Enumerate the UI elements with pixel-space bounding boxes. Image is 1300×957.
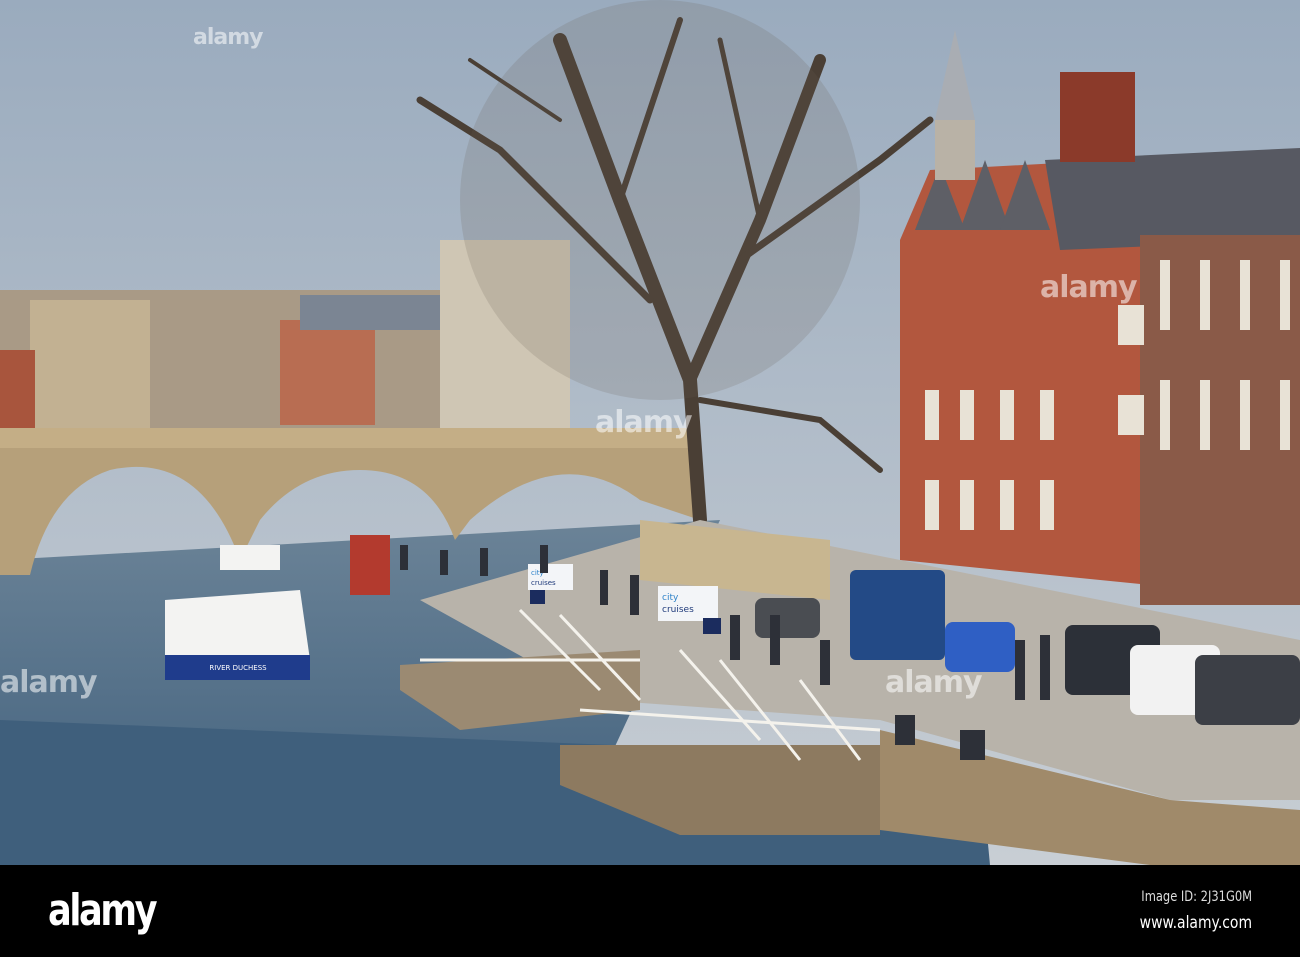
watermark: alamy [0, 665, 98, 700]
sign-name: cruises [662, 605, 694, 615]
sign-brand: city [662, 593, 679, 603]
sign-name: cruises [531, 579, 556, 587]
watermark: alamy [595, 405, 693, 440]
image-id: Image ID: 2J31G0M [1141, 889, 1252, 905]
site-url: www.alamy.com [1139, 913, 1252, 933]
watermark: alamy [193, 25, 263, 50]
alamy-logo: alamy [48, 885, 158, 936]
stock-photo: RIVER DUCHESS city cruises city cruises [0, 0, 1300, 957]
watermark: alamy [1040, 270, 1138, 305]
boat-name: RIVER DUCHESS [209, 664, 267, 672]
watermark: alamy [885, 665, 983, 700]
footer-bar: alamy Image ID: 2J31G0M www.alamy.com [0, 865, 1300, 957]
